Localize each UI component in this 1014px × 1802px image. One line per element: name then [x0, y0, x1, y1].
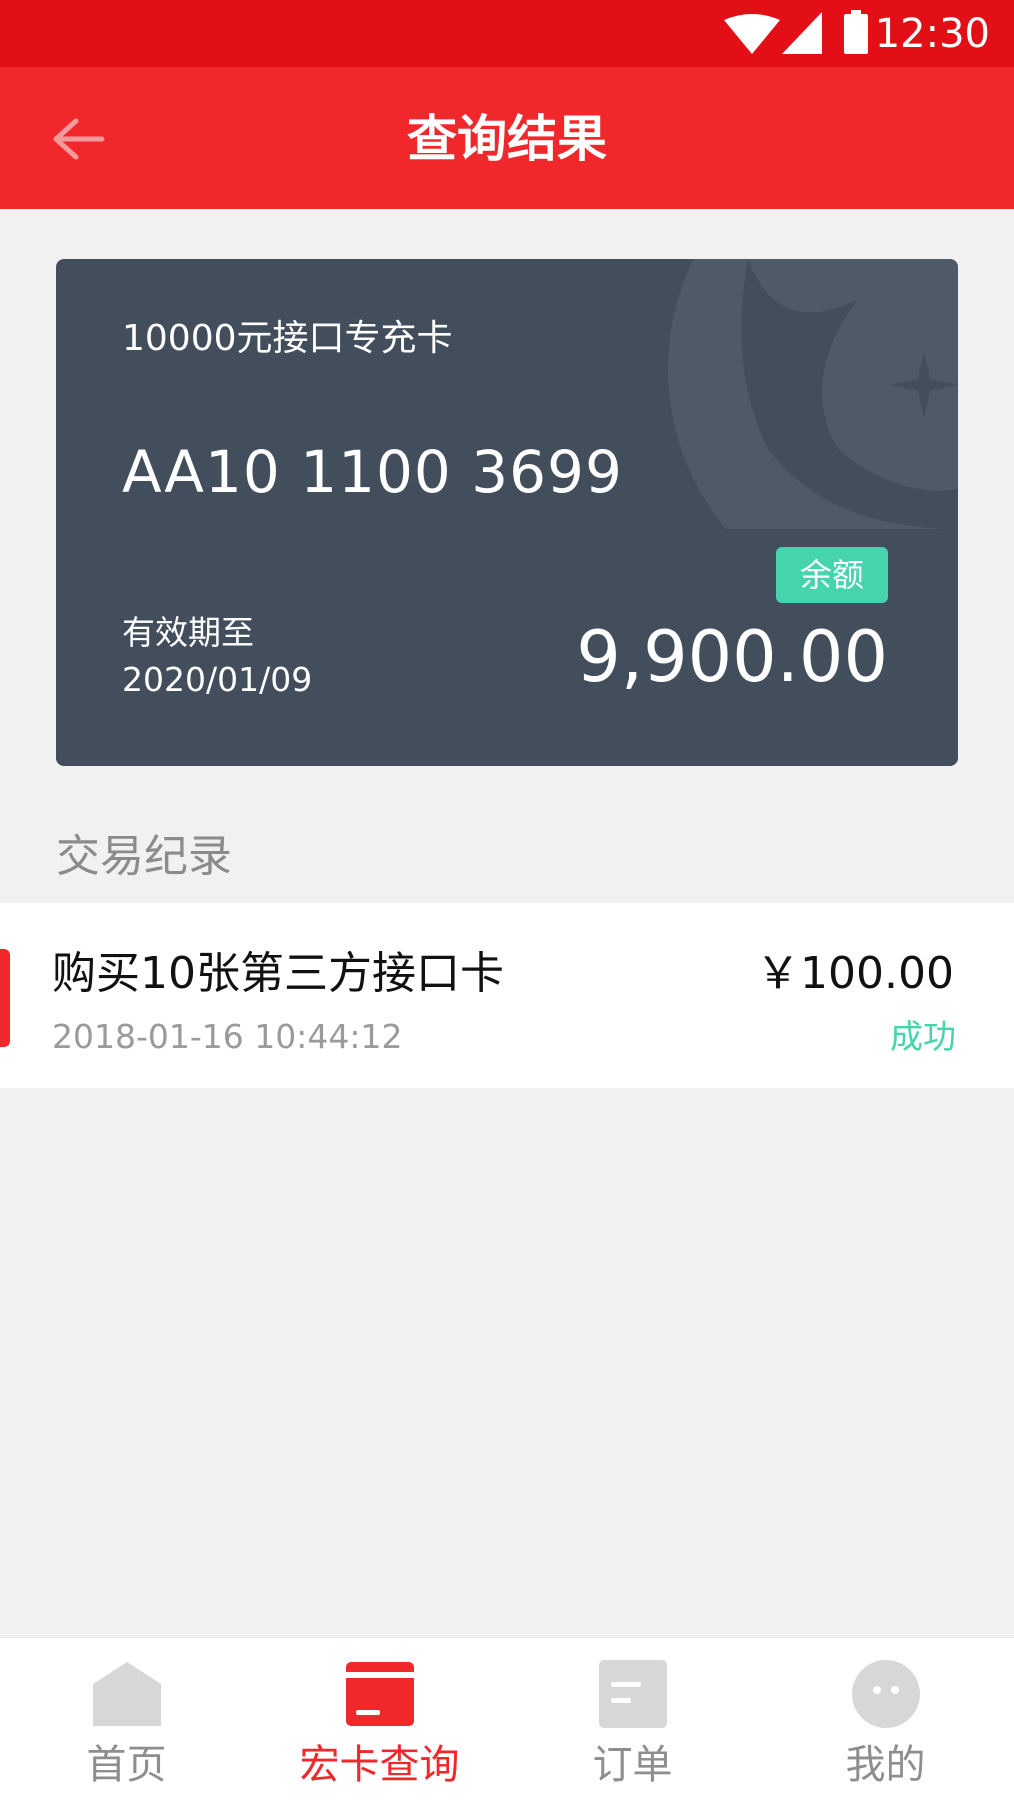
transactions-section-title: 交易纪录	[56, 831, 232, 882]
screen: 12:30 查询结果 10000元接口专充卡 AA10 1100 3699 有效…	[0, 0, 1014, 1802]
transaction-title: 购买10张第三方接口卡	[52, 948, 504, 999]
status-time: 12:30	[874, 11, 990, 57]
balance-value: 9,900.00	[576, 616, 888, 698]
status-bar: 12:30	[0, 0, 1014, 67]
nav-item-home[interactable]: 首页	[0, 1638, 253, 1802]
nav-label-profile: 我的	[845, 1742, 926, 1788]
balance-badge: 余额	[776, 547, 888, 603]
transaction-status: 成功	[890, 1017, 956, 1056]
transaction-time: 2018-01-16 10:44:12	[52, 1017, 403, 1056]
signal-icon	[782, 12, 822, 54]
prepaid-card[interactable]: 10000元接口专充卡 AA10 1100 3699 有效期至 2020/01/…	[56, 259, 958, 766]
nav-label-card-query: 宏卡查询	[299, 1742, 460, 1788]
home-icon	[92, 1662, 161, 1726]
logo-watermark-icon	[668, 259, 958, 529]
nav-label-orders: 订单	[592, 1742, 673, 1788]
transaction-amount: ￥100.00	[756, 948, 954, 999]
nav-item-orders[interactable]: 订单	[506, 1638, 759, 1802]
nav-label-home: 首页	[86, 1742, 167, 1788]
bottom-nav: 首页 宏卡查询 订单 我的	[0, 1637, 1014, 1802]
expiry-label: 有效期至	[122, 613, 254, 652]
order-icon	[598, 1660, 667, 1728]
profile-icon	[851, 1660, 920, 1728]
card-icon	[345, 1662, 414, 1726]
card-name: 10000元接口专充卡	[122, 318, 453, 359]
page-title: 查询结果	[407, 110, 607, 168]
card-number: AA10 1100 3699	[122, 438, 623, 506]
app-bar: 查询结果	[0, 67, 1014, 209]
wifi-icon	[724, 14, 780, 54]
transaction-row[interactable]: 购买10张第三方接口卡 2018-01-16 10:44:12 ￥100.00 …	[0, 903, 1014, 1088]
transaction-marker	[0, 949, 10, 1047]
battery-icon	[844, 10, 868, 54]
nav-item-profile[interactable]: 我的	[759, 1638, 1012, 1802]
expiry-date: 2020/01/09	[122, 660, 313, 699]
nav-item-card-query[interactable]: 宏卡查询	[253, 1638, 506, 1802]
